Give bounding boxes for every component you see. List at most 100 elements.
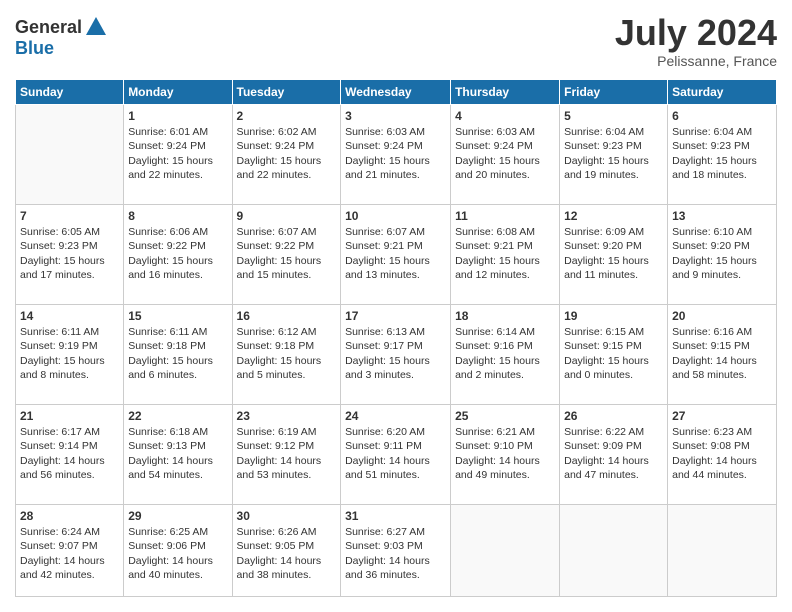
day-info: and 20 minutes.	[455, 168, 555, 182]
day-info: Sunset: 9:19 PM	[20, 339, 119, 353]
day-info: Sunrise: 6:04 AM	[672, 125, 772, 139]
day-info: Sunset: 9:15 PM	[672, 339, 772, 353]
day-number: 28	[20, 508, 119, 524]
day-info: Sunset: 9:23 PM	[672, 139, 772, 153]
day-header-tuesday: Tuesday	[232, 80, 341, 105]
day-info: Daylight: 14 hours	[564, 454, 663, 468]
logo-icon	[84, 15, 108, 39]
day-number: 17	[345, 308, 446, 324]
day-info: and 3 minutes.	[345, 368, 446, 382]
day-info: Sunset: 9:21 PM	[345, 239, 446, 253]
day-info: Daylight: 14 hours	[345, 454, 446, 468]
day-info: Daylight: 15 hours	[672, 154, 772, 168]
day-info: Sunset: 9:22 PM	[128, 239, 227, 253]
calendar-cell: 13Sunrise: 6:10 AMSunset: 9:20 PMDayligh…	[668, 205, 777, 305]
calendar-cell: 21Sunrise: 6:17 AMSunset: 9:14 PMDayligh…	[16, 405, 124, 505]
calendar-cell: 7Sunrise: 6:05 AMSunset: 9:23 PMDaylight…	[16, 205, 124, 305]
day-info: and 2 minutes.	[455, 368, 555, 382]
day-info: Daylight: 15 hours	[564, 154, 663, 168]
calendar-cell: 8Sunrise: 6:06 AMSunset: 9:22 PMDaylight…	[124, 205, 232, 305]
day-info: Sunset: 9:10 PM	[455, 439, 555, 453]
week-row-1: 7Sunrise: 6:05 AMSunset: 9:23 PMDaylight…	[16, 205, 777, 305]
day-info: Daylight: 15 hours	[564, 354, 663, 368]
day-info: Sunrise: 6:26 AM	[237, 525, 337, 539]
day-info: Daylight: 15 hours	[237, 254, 337, 268]
day-info: Sunset: 9:08 PM	[672, 439, 772, 453]
calendar-cell: 4Sunrise: 6:03 AMSunset: 9:24 PMDaylight…	[451, 105, 560, 205]
day-info: Sunset: 9:20 PM	[672, 239, 772, 253]
day-info: Sunrise: 6:18 AM	[128, 425, 227, 439]
day-info: Sunset: 9:22 PM	[237, 239, 337, 253]
day-info: Sunrise: 6:17 AM	[20, 425, 119, 439]
day-info: Sunrise: 6:21 AM	[455, 425, 555, 439]
day-info: and 49 minutes.	[455, 468, 555, 482]
day-info: Sunrise: 6:23 AM	[672, 425, 772, 439]
calendar-cell: 24Sunrise: 6:20 AMSunset: 9:11 PMDayligh…	[341, 405, 451, 505]
day-info: and 22 minutes.	[237, 168, 337, 182]
day-info: Sunrise: 6:13 AM	[345, 325, 446, 339]
day-info: Sunrise: 6:05 AM	[20, 225, 119, 239]
calendar-cell: 25Sunrise: 6:21 AMSunset: 9:10 PMDayligh…	[451, 405, 560, 505]
day-info: Daylight: 15 hours	[455, 254, 555, 268]
calendar-cell	[668, 505, 777, 597]
day-info: Daylight: 15 hours	[128, 254, 227, 268]
day-info: Sunrise: 6:24 AM	[20, 525, 119, 539]
calendar-cell: 6Sunrise: 6:04 AMSunset: 9:23 PMDaylight…	[668, 105, 777, 205]
calendar-cell	[16, 105, 124, 205]
day-info: and 47 minutes.	[564, 468, 663, 482]
calendar-cell	[451, 505, 560, 597]
day-info: Daylight: 14 hours	[20, 454, 119, 468]
day-info: Sunset: 9:21 PM	[455, 239, 555, 253]
page: General Blue July 2024 Pelissanne, Franc…	[0, 0, 792, 612]
day-number: 11	[455, 208, 555, 224]
day-info: Sunset: 9:17 PM	[345, 339, 446, 353]
day-info: and 44 minutes.	[672, 468, 772, 482]
day-number: 7	[20, 208, 119, 224]
day-info: Daylight: 15 hours	[345, 154, 446, 168]
day-info: Daylight: 14 hours	[128, 454, 227, 468]
day-number: 5	[564, 108, 663, 124]
calendar-cell: 2Sunrise: 6:02 AMSunset: 9:24 PMDaylight…	[232, 105, 341, 205]
day-info: Sunrise: 6:19 AM	[237, 425, 337, 439]
day-info: Sunrise: 6:22 AM	[564, 425, 663, 439]
day-info: Sunset: 9:06 PM	[128, 539, 227, 553]
day-info: and 21 minutes.	[345, 168, 446, 182]
day-info: and 22 minutes.	[128, 168, 227, 182]
day-info: Daylight: 14 hours	[237, 454, 337, 468]
day-info: Sunrise: 6:14 AM	[455, 325, 555, 339]
day-info: and 56 minutes.	[20, 468, 119, 482]
day-info: Sunset: 9:24 PM	[455, 139, 555, 153]
day-info: Sunset: 9:12 PM	[237, 439, 337, 453]
day-info: Sunset: 9:11 PM	[345, 439, 446, 453]
day-info: and 38 minutes.	[237, 568, 337, 582]
calendar-cell: 11Sunrise: 6:08 AMSunset: 9:21 PMDayligh…	[451, 205, 560, 305]
day-info: Sunrise: 6:07 AM	[345, 225, 446, 239]
week-row-3: 21Sunrise: 6:17 AMSunset: 9:14 PMDayligh…	[16, 405, 777, 505]
day-info: Sunset: 9:03 PM	[345, 539, 446, 553]
calendar-cell: 12Sunrise: 6:09 AMSunset: 9:20 PMDayligh…	[560, 205, 668, 305]
day-info: Daylight: 15 hours	[345, 354, 446, 368]
calendar-cell: 26Sunrise: 6:22 AMSunset: 9:09 PMDayligh…	[560, 405, 668, 505]
day-info: Sunset: 9:13 PM	[128, 439, 227, 453]
day-info: Sunset: 9:07 PM	[20, 539, 119, 553]
day-info: Sunrise: 6:03 AM	[455, 125, 555, 139]
day-info: and 8 minutes.	[20, 368, 119, 382]
day-number: 12	[564, 208, 663, 224]
day-info: and 0 minutes.	[564, 368, 663, 382]
day-info: and 9 minutes.	[672, 268, 772, 282]
day-number: 16	[237, 308, 337, 324]
day-info: Sunset: 9:14 PM	[20, 439, 119, 453]
day-number: 19	[564, 308, 663, 324]
week-row-4: 28Sunrise: 6:24 AMSunset: 9:07 PMDayligh…	[16, 505, 777, 597]
day-info: Daylight: 15 hours	[672, 254, 772, 268]
logo-general: General	[15, 18, 82, 36]
day-info: and 36 minutes.	[345, 568, 446, 582]
day-info: Sunrise: 6:02 AM	[237, 125, 337, 139]
day-number: 4	[455, 108, 555, 124]
day-info: Daylight: 15 hours	[237, 154, 337, 168]
day-number: 10	[345, 208, 446, 224]
day-number: 15	[128, 308, 227, 324]
day-number: 14	[20, 308, 119, 324]
calendar-cell: 14Sunrise: 6:11 AMSunset: 9:19 PMDayligh…	[16, 305, 124, 405]
calendar-header-row: SundayMondayTuesdayWednesdayThursdayFrid…	[16, 80, 777, 105]
